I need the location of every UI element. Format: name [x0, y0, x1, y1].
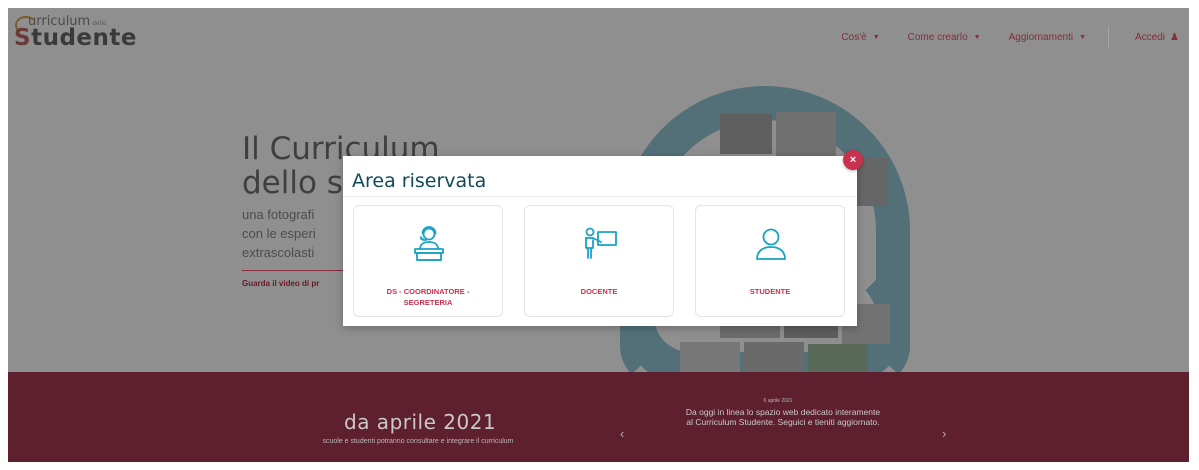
login-modal: Area riservata DS - COORDINATORE - SEGRE…	[343, 156, 857, 326]
role-card-label: DS - COORDINATORE - SEGRETERIA	[354, 286, 502, 308]
modal-title: Area riservata	[352, 170, 487, 192]
teacher-board-icon	[585, 227, 617, 259]
role-card-studente[interactable]: STUDENTE	[695, 205, 845, 317]
student-user-icon	[756, 228, 786, 260]
modal-divider	[343, 196, 857, 197]
role-card-label-line: SEGRETERIA	[403, 298, 453, 307]
role-card-label: STUDENTE	[749, 287, 791, 296]
receptionist-icon	[414, 226, 444, 261]
close-icon[interactable]: ×	[843, 150, 863, 170]
role-card-label-line: DS - COORDINATORE -	[386, 287, 470, 296]
role-card-docente[interactable]: DOCENTE	[524, 205, 674, 317]
role-card-ds-coordinatore-segreteria[interactable]: DS - COORDINATORE - SEGRETERIA	[353, 205, 503, 317]
role-card-label: DOCENTE	[580, 287, 618, 296]
